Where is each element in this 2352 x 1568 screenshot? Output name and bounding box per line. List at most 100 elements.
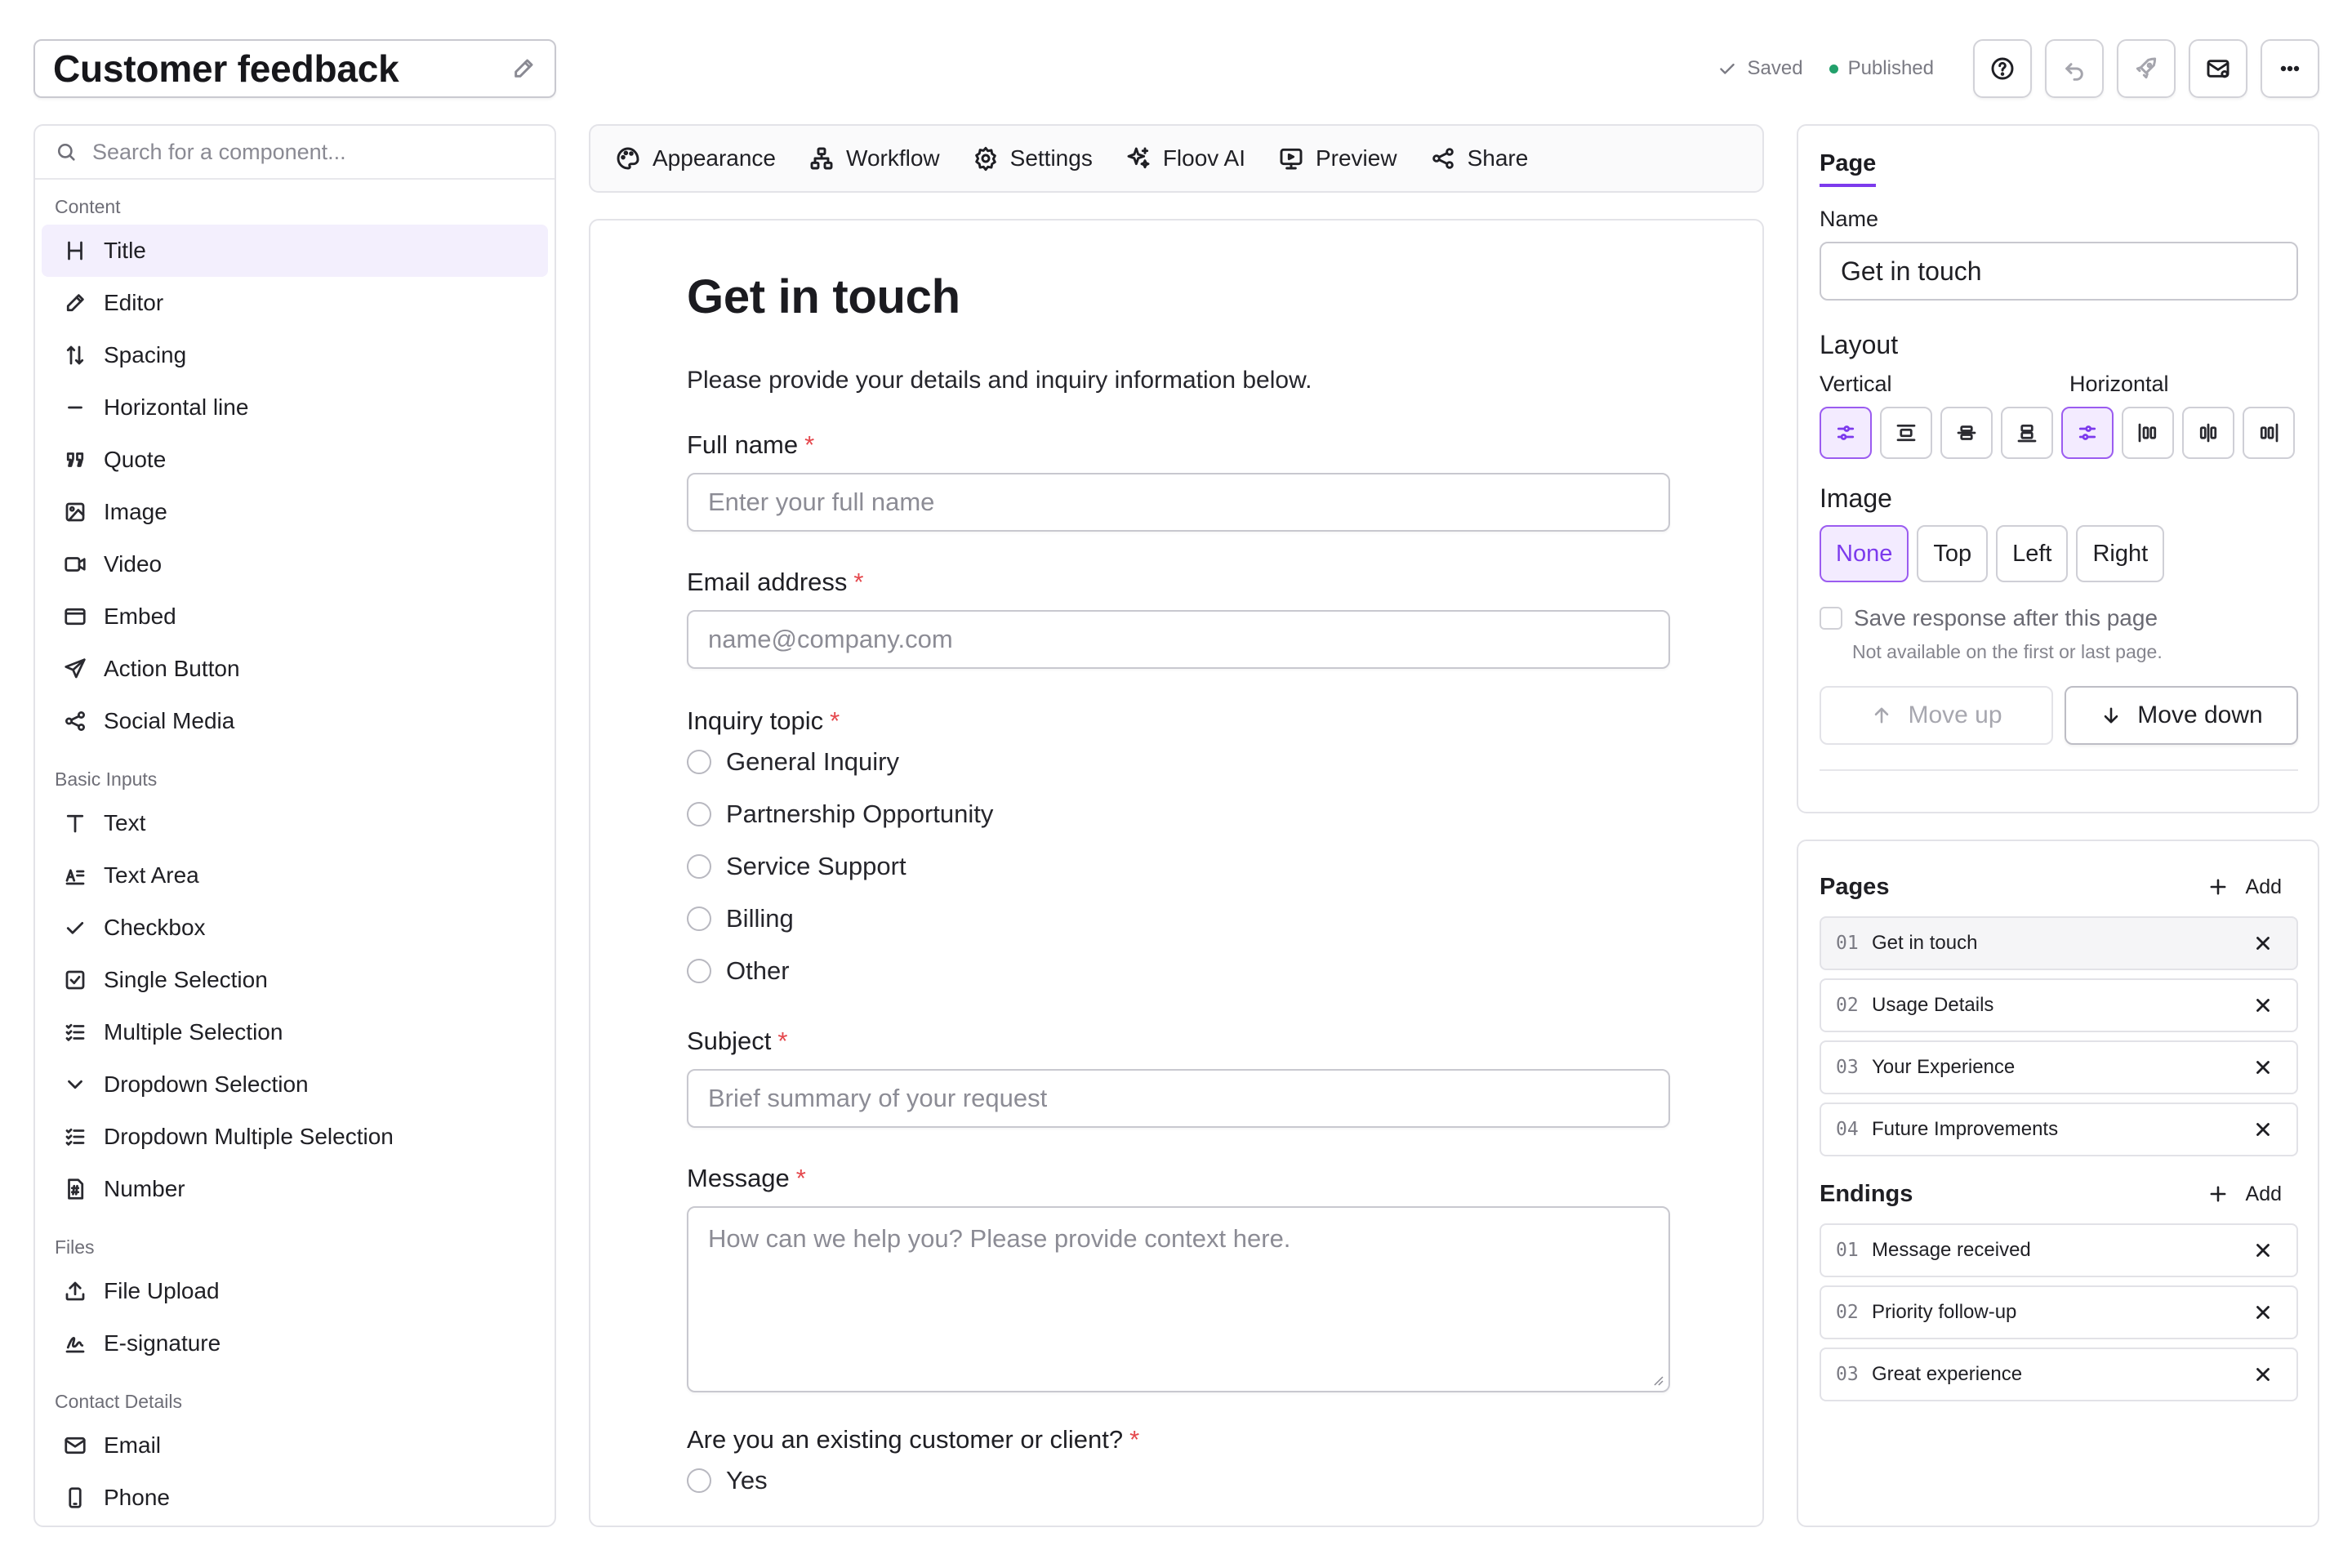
- component-action-button[interactable]: Action Button: [42, 643, 548, 695]
- component-embed[interactable]: Embed: [42, 590, 548, 643]
- move-up-button[interactable]: Move up: [1820, 686, 2053, 745]
- message-textarea[interactable]: How can we help you? Please provide cont…: [687, 1206, 1670, 1392]
- page-number: 03: [1836, 1057, 1859, 1078]
- page-row[interactable]: 04 Future Improvements: [1820, 1102, 2298, 1156]
- component-dropdown-selection[interactable]: Dropdown Selection: [42, 1058, 548, 1111]
- ending-row[interactable]: 02 Priority follow-up: [1820, 1285, 2298, 1339]
- radio-option[interactable]: Billing: [687, 893, 1670, 945]
- email-input[interactable]: name@company.com: [687, 610, 1670, 669]
- radio-button[interactable]: [687, 750, 711, 774]
- toolbar-workflow[interactable]: Workflow: [808, 145, 940, 172]
- horizontal-left-button[interactable]: [2122, 407, 2174, 459]
- save-response-option[interactable]: Save response after this page: [1820, 605, 2298, 631]
- close-icon[interactable]: [2252, 1119, 2274, 1140]
- component-email[interactable]: Email: [42, 1419, 548, 1472]
- page-name-input[interactable]: Get in touch: [1820, 242, 2298, 301]
- ending-row[interactable]: 03 Great experience: [1820, 1348, 2298, 1401]
- subject-input[interactable]: Brief summary of your request: [687, 1069, 1670, 1128]
- vertical-bottom-button[interactable]: [2001, 407, 2053, 459]
- radio-button[interactable]: [687, 1468, 711, 1493]
- radio-option[interactable]: Service Support: [687, 840, 1670, 893]
- close-icon[interactable]: [2252, 1302, 2274, 1323]
- component-number[interactable]: Number: [42, 1163, 548, 1215]
- image-option-none[interactable]: None: [1820, 525, 1909, 582]
- component-text-area[interactable]: Text Area: [42, 849, 548, 902]
- component-quote[interactable]: Quote: [42, 434, 548, 486]
- component-spacing[interactable]: Spacing: [42, 329, 548, 381]
- close-icon[interactable]: [2252, 1364, 2274, 1385]
- save-response-checkbox[interactable]: [1820, 607, 1842, 630]
- toolbar-appearance[interactable]: Appearance: [615, 145, 776, 172]
- heading-icon: [68, 241, 82, 261]
- move-down-button[interactable]: Move down: [2065, 686, 2298, 745]
- required-mark: *: [777, 1027, 788, 1055]
- more-button[interactable]: [2261, 39, 2319, 98]
- tab-page[interactable]: Page: [1820, 150, 1877, 187]
- component-label: Quote: [104, 447, 167, 472]
- image-option-top[interactable]: Top: [1917, 525, 1989, 582]
- component-video[interactable]: Video: [42, 538, 548, 590]
- radio-button[interactable]: [687, 906, 711, 931]
- vertical-center-button[interactable]: [1940, 407, 1993, 459]
- publish-button[interactable]: [2117, 39, 2176, 98]
- form-title-field[interactable]: Customer feedback: [33, 39, 556, 98]
- horizontal-center-button[interactable]: [2182, 407, 2234, 459]
- component-text[interactable]: Text: [42, 797, 548, 849]
- toolbar-settings[interactable]: Settings: [973, 145, 1093, 172]
- radio-button[interactable]: [687, 802, 711, 826]
- toolbar-share[interactable]: Share: [1430, 145, 1528, 172]
- radio-option[interactable]: Yes: [687, 1454, 1670, 1507]
- add-ending-button[interactable]: Add: [2207, 1183, 2282, 1206]
- help-icon: [1991, 57, 2014, 80]
- component-e-signature[interactable]: E-signature: [42, 1317, 548, 1370]
- undo-button[interactable]: [2045, 39, 2104, 98]
- component-label: Single Selection: [104, 967, 268, 992]
- name-label: Name: [1820, 207, 1879, 231]
- horizontal-right-button[interactable]: [2243, 407, 2295, 459]
- component-single-selection[interactable]: Single Selection: [42, 954, 548, 1006]
- full-name-input[interactable]: Enter your full name: [687, 473, 1670, 532]
- email-notifications-button[interactable]: [2189, 39, 2247, 98]
- image-option-right[interactable]: Right: [2076, 525, 2165, 582]
- component-phone[interactable]: Phone: [42, 1472, 548, 1524]
- page-row[interactable]: 02 Usage Details: [1820, 978, 2298, 1032]
- toolbar-floov-ai[interactable]: Floov AI: [1125, 145, 1245, 172]
- toolbar-preview[interactable]: Preview: [1278, 145, 1397, 172]
- saved-label: Saved: [1747, 57, 1803, 79]
- close-icon[interactable]: [2252, 933, 2274, 954]
- component-file-upload[interactable]: File Upload: [42, 1265, 548, 1317]
- component-editor[interactable]: Editor: [42, 277, 548, 329]
- pencil-icon[interactable]: [510, 56, 537, 82]
- horizontal-auto-button[interactable]: [2061, 407, 2114, 459]
- form-heading[interactable]: Get in touch: [687, 270, 1670, 324]
- form-description[interactable]: Please provide your details and inquiry …: [687, 367, 1670, 394]
- close-icon[interactable]: [2252, 1240, 2274, 1261]
- component-dropdown-multiple-selection[interactable]: Dropdown Multiple Selection: [42, 1111, 548, 1163]
- resize-grip-icon[interactable]: [1650, 1373, 1664, 1386]
- radio-option[interactable]: Partnership Opportunity: [687, 788, 1670, 840]
- page-row[interactable]: 03 Your Experience: [1820, 1040, 2298, 1094]
- radio-button[interactable]: [687, 854, 711, 879]
- radio-option[interactable]: Other: [687, 945, 1670, 997]
- search-input[interactable]: Search for a component...: [92, 140, 346, 165]
- close-icon[interactable]: [2252, 1057, 2274, 1078]
- component-multiple-selection[interactable]: Multiple Selection: [42, 1006, 548, 1058]
- vertical-auto-button[interactable]: [1820, 407, 1872, 459]
- component-horizontal-line[interactable]: Horizontal line: [42, 381, 548, 434]
- radio-option[interactable]: General Inquiry: [687, 736, 1670, 788]
- page-row[interactable]: 01 Get in touch: [1820, 916, 2298, 970]
- close-icon[interactable]: [2252, 995, 2274, 1016]
- add-page-button[interactable]: Add: [2207, 875, 2282, 899]
- component-social-media[interactable]: Social Media: [42, 695, 548, 747]
- component-image[interactable]: Image: [42, 486, 548, 538]
- vertical-top-button[interactable]: [1880, 407, 1932, 459]
- text-icon: [66, 814, 84, 833]
- ending-row[interactable]: 01 Message received: [1820, 1223, 2298, 1277]
- phone-icon: [69, 1487, 82, 1508]
- radio-button[interactable]: [687, 959, 711, 983]
- component-checkbox[interactable]: Checkbox: [42, 902, 548, 954]
- help-button[interactable]: [1973, 39, 2032, 98]
- image-option-left[interactable]: Left: [1996, 525, 2069, 582]
- component-search[interactable]: Search for a component...: [35, 126, 555, 180]
- component-title[interactable]: Title: [42, 225, 548, 277]
